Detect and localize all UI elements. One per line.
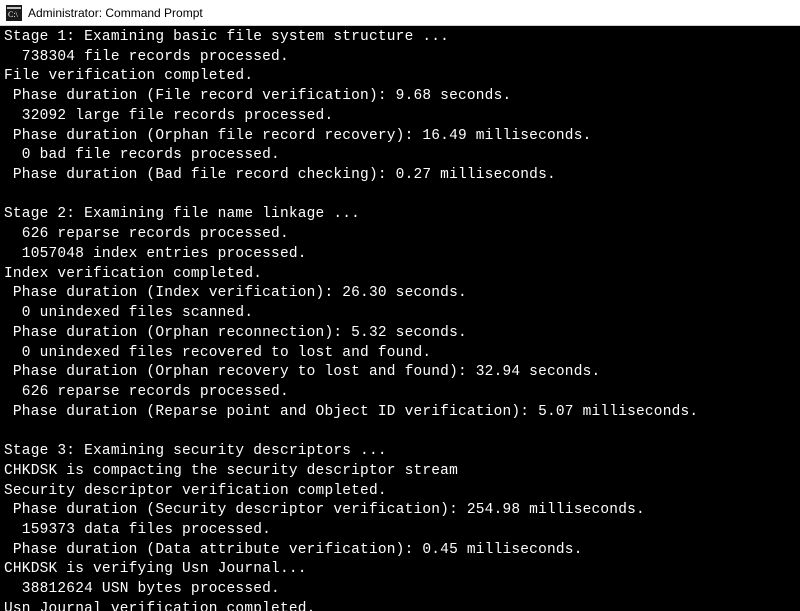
- svg-text:C:\: C:\: [8, 10, 19, 19]
- window-titlebar[interactable]: C:\ Administrator: Command Prompt: [0, 0, 800, 26]
- window-title: Administrator: Command Prompt: [28, 6, 203, 20]
- terminal-output[interactable]: Stage 1: Examining basic file system str…: [0, 26, 800, 611]
- command-prompt-icon: C:\: [6, 5, 22, 21]
